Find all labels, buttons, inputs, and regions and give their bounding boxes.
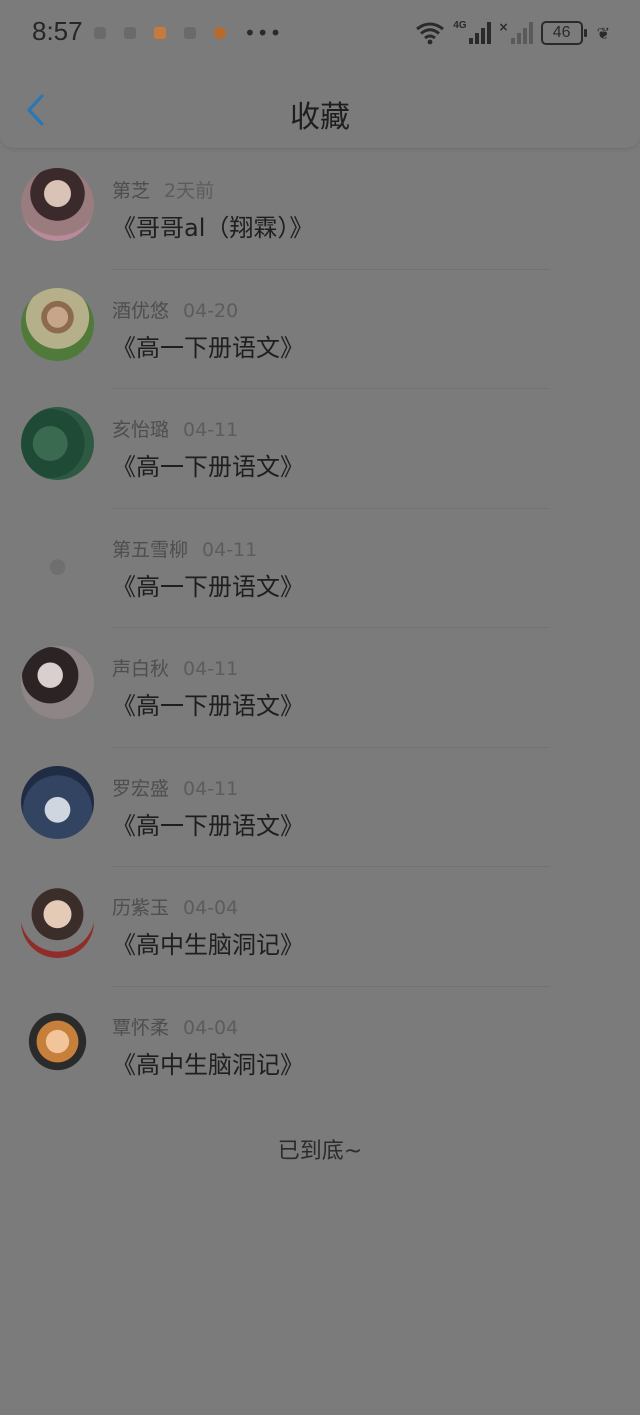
item-title: 《高中生脑洞记》 [112, 1050, 304, 1079]
avatar[interactable] [21, 646, 94, 719]
signal-bars-sim2-icon [510, 22, 533, 44]
username: 声白秋 [112, 658, 170, 680]
power-saving-leaf-icon: ❦ [596, 23, 610, 43]
list-item[interactable]: 第五雪柳 04-11 《高一下册语文》 [0, 509, 640, 628]
item-title: 《哥哥al（翔霖）》 [112, 214, 314, 242]
list-item[interactable]: 历紫玉 04-04 《高中生脑洞记》 [0, 867, 640, 987]
battery-level: 46 [552, 24, 571, 41]
username: 覃怀柔 [112, 1016, 170, 1039]
item-title: 《高一下册语文》 [112, 453, 304, 481]
header-bar: 收藏 [0, 70, 640, 149]
wifi-icon [416, 22, 445, 45]
item-meta: 酒优悠 04-20 [112, 296, 238, 323]
item-date: 04-11 [183, 658, 239, 680]
no-signal-mark: × [498, 20, 509, 34]
username: 亥怡璐 [112, 419, 170, 441]
item-date: 2天前 [164, 180, 215, 202]
item-title: 《高一下册语文》 [112, 811, 304, 840]
username: 第芝 [112, 180, 151, 202]
qq-icon [124, 27, 136, 39]
app-icon-brown [214, 27, 226, 39]
battery-icon: 46 [540, 21, 587, 45]
item-meta: 亥怡璐 04-11 [112, 415, 238, 442]
avatar[interactable] [21, 1004, 94, 1078]
item-meta: 罗宏盛 04-11 [112, 774, 238, 801]
item-meta: 声白秋 04-11 [112, 654, 238, 681]
list-item[interactable]: 声白秋 04-11 《高一下册语文》 [0, 628, 640, 748]
list-item[interactable]: 第芝 2天前 《哥哥al（翔霖）》 [0, 150, 640, 270]
avatar[interactable] [21, 287, 94, 361]
status-time: 8:57 [32, 16, 83, 46]
overflow-dots-icon: ••• [244, 21, 283, 45]
username: 罗宏盛 [112, 777, 170, 800]
avatar[interactable] [21, 526, 94, 600]
avatar[interactable] [21, 168, 94, 241]
username: 历紫玉 [112, 897, 170, 919]
list-item[interactable]: 罗宏盛 04-11 《高一下册语文》 [0, 748, 640, 867]
item-date: 04-04 [183, 1016, 239, 1039]
item-meta: 覃怀柔 04-04 [112, 1013, 238, 1040]
item-title: 《高一下册语文》 [112, 333, 304, 362]
app-icon-orange [154, 27, 166, 39]
item-date: 04-11 [202, 538, 258, 561]
item-title: 《高中生脑洞记》 [112, 931, 304, 959]
list-item[interactable]: 亥怡璐 04-11 《高一下册语文》 [0, 389, 640, 509]
end-of-list-text: 已到底~ [277, 1139, 363, 1164]
username: 酒优悠 [112, 299, 170, 322]
item-meta: 第五雪柳 04-11 [112, 535, 257, 562]
avatar[interactable] [21, 407, 94, 480]
username: 第五雪柳 [112, 538, 189, 561]
list-item[interactable]: 酒优悠 04-20 《高一下册语文》 [0, 270, 640, 389]
favorites-list: 第芝 2天前 《哥哥al（翔霖）》 酒优悠 04-20 《高一下册语文》 亥怡璐 04… [0, 150, 640, 1106]
network-type-label: 4G [453, 20, 467, 31]
item-meta: 历紫玉 04-04 [112, 893, 238, 920]
status-bar: 8:57 ••• 4G × 46 ❦ [0, 0, 640, 70]
system-icons: 4G × 46 ❦ [415, 20, 610, 46]
item-date: 04-20 [183, 299, 239, 322]
signal-bars-icon [468, 22, 491, 44]
list-item[interactable]: 覃怀柔 04-04 《高中生脑洞记》 [0, 987, 640, 1107]
item-date: 04-04 [183, 897, 239, 919]
cloud-icon [184, 27, 196, 39]
item-meta: 第芝 2天前 [112, 176, 214, 203]
page-title: 收藏 [290, 100, 350, 135]
item-title: 《高一下册语文》 [112, 692, 304, 720]
notification-icons: ••• [94, 21, 283, 45]
qq-icon [94, 27, 106, 39]
item-title: 《高一下册语文》 [112, 572, 304, 601]
avatar[interactable] [21, 885, 94, 958]
item-date: 04-11 [183, 777, 239, 800]
avatar[interactable] [21, 765, 94, 839]
item-date: 04-11 [183, 419, 239, 441]
